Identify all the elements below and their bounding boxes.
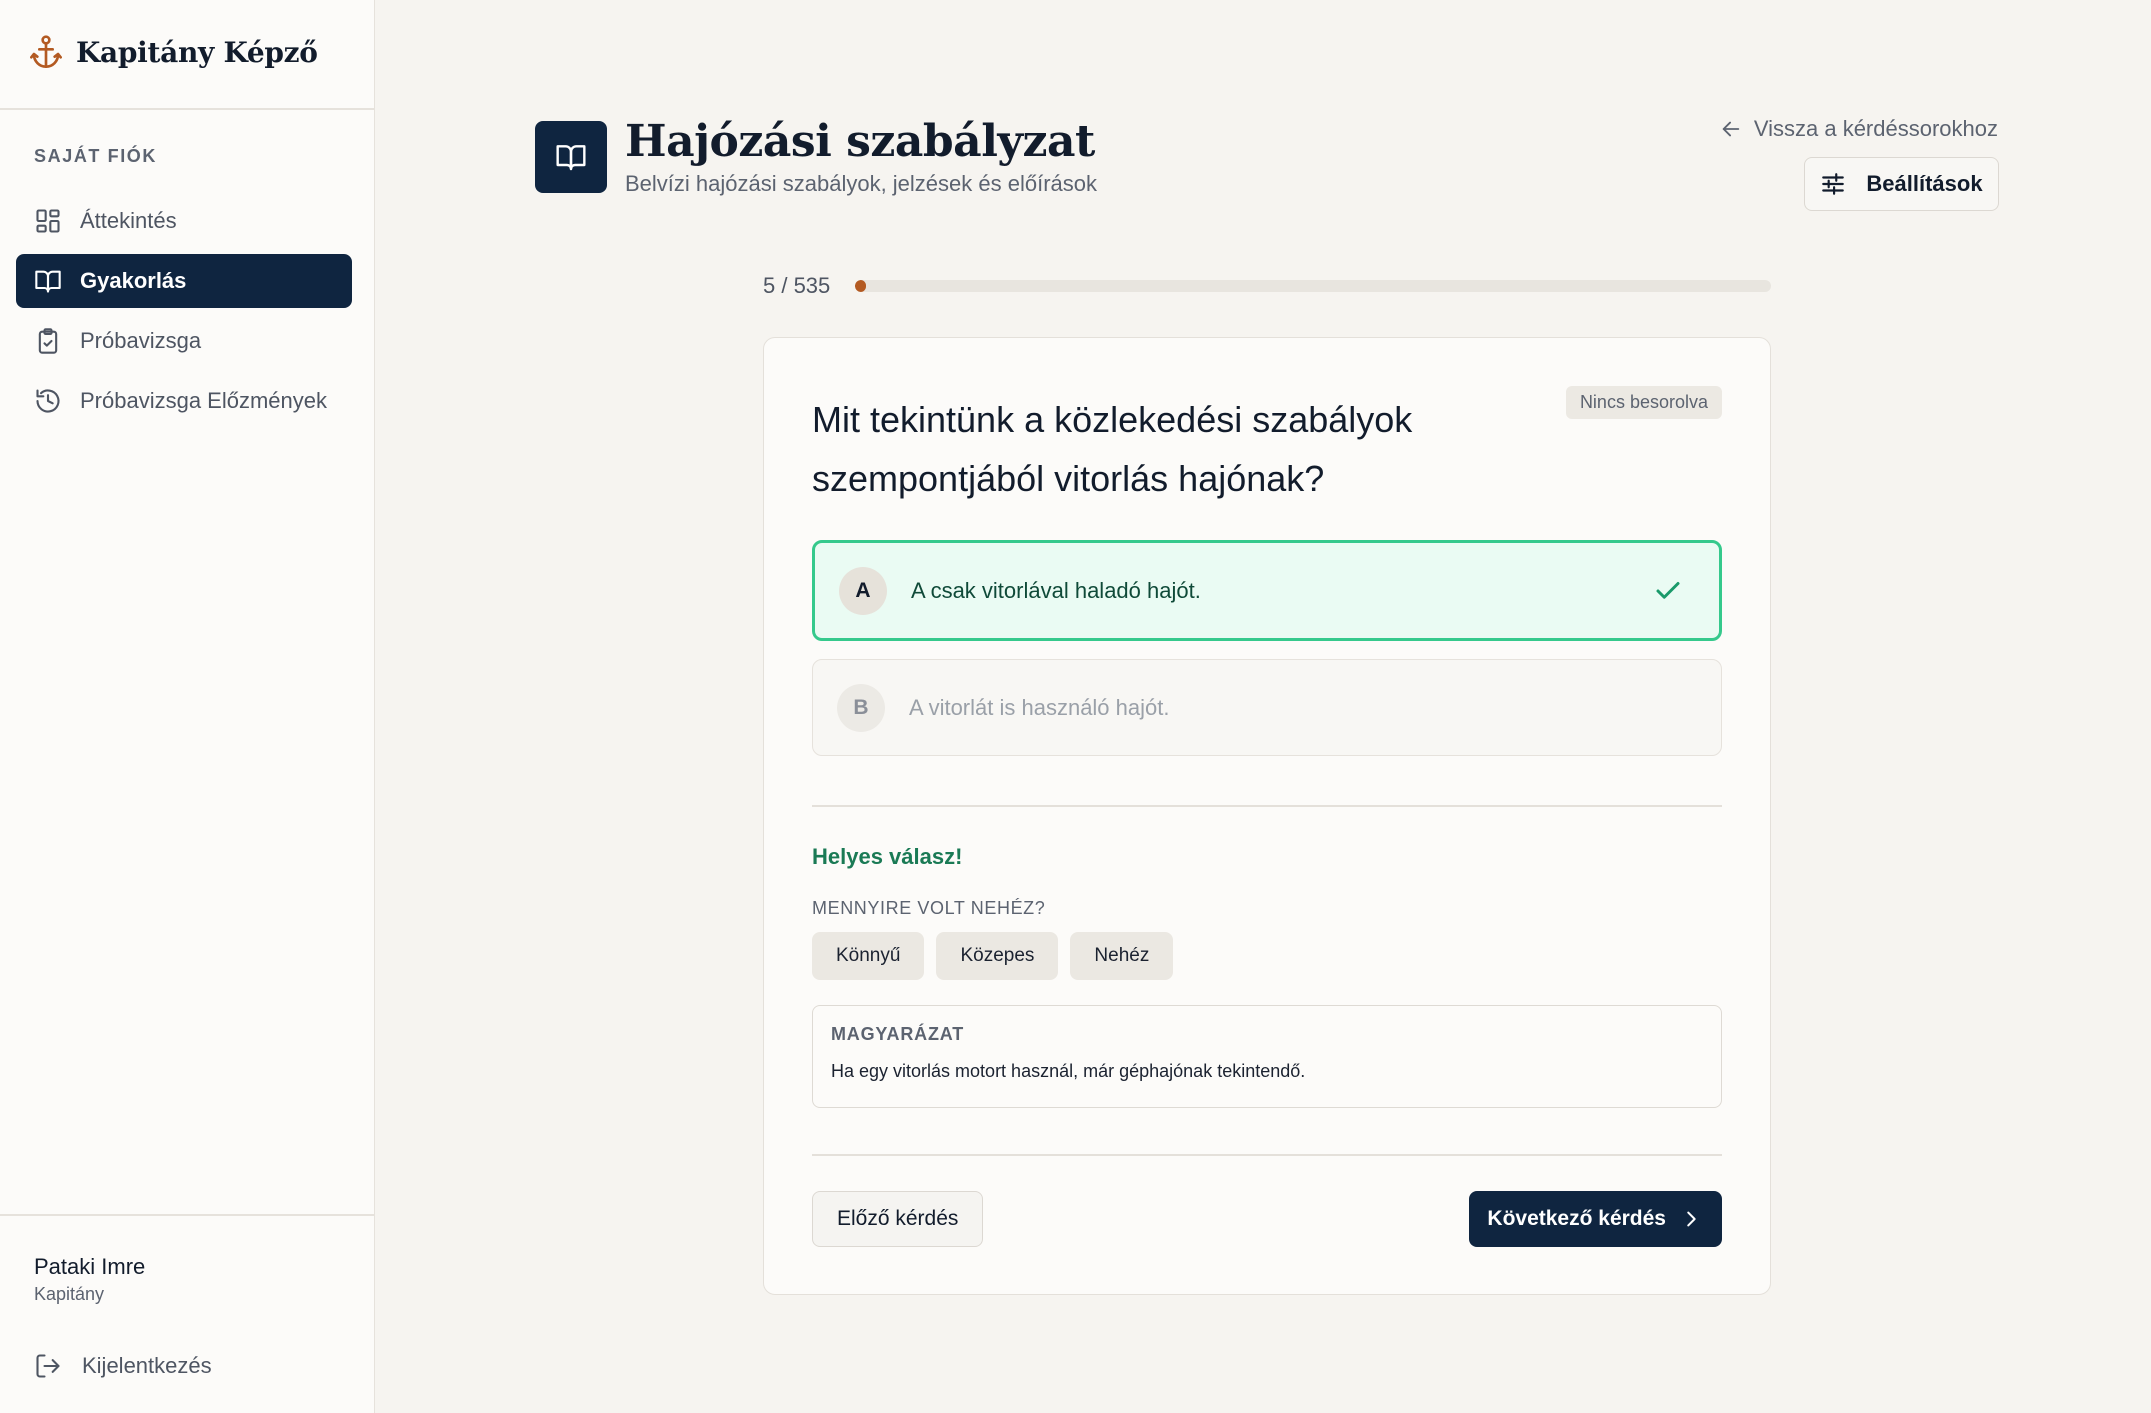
back-link[interactable]: Vissza a kérdéssorokhoz xyxy=(1720,116,1998,142)
sidebar-item-attekintes[interactable]: Áttekintés xyxy=(16,194,352,248)
difficulty-hard-button[interactable]: Nehéz xyxy=(1070,932,1174,980)
settings-label: Beállítások xyxy=(1866,171,1983,196)
anchor-icon xyxy=(30,35,62,68)
sidebar: Kapitány Képző SAJÁT FIÓK Áttekintés Gya… xyxy=(0,0,375,1413)
sidebar-item-label: Áttekintés xyxy=(80,208,177,233)
answer-option-b[interactable]: B A vitorlát is használó hajót. xyxy=(812,659,1722,756)
back-link-label: Vissza a kérdéssorokhoz xyxy=(1753,116,1998,141)
book-icon xyxy=(35,270,61,293)
progress-bar xyxy=(855,280,1771,292)
option-letter: B xyxy=(837,683,885,732)
next-question-label: Következő kérdés xyxy=(1487,1207,1666,1230)
difficulty-medium-button[interactable]: Közepes xyxy=(936,932,1059,980)
logout-label: Kijelentkezés xyxy=(82,1353,212,1378)
check-icon xyxy=(1656,581,1680,599)
header-icon xyxy=(535,121,607,193)
user-name: Pataki Imre xyxy=(34,1254,146,1279)
sidebar-item-label: Gyakorlás xyxy=(80,268,187,293)
progress-counter: 5 / 535 xyxy=(763,273,831,298)
question-text: Mit tekintünk a közlekedési szabályok sz… xyxy=(812,399,1413,499)
progress-fill xyxy=(855,280,866,292)
brand-name: Kapitány Képző xyxy=(76,35,318,69)
clipboard-check-icon xyxy=(38,328,58,354)
explanation-text: Ha egy vitorlás motort használ, már géph… xyxy=(831,1061,1306,1081)
difficulty-easy-button[interactable]: Könnyű xyxy=(812,932,925,980)
next-question-button[interactable]: Következő kérdés xyxy=(1469,1191,1722,1247)
logout-button[interactable]: Kijelentkezés xyxy=(34,1352,212,1380)
logout-icon xyxy=(36,1354,60,1378)
explanation-box: MAGYARÁZAT Ha egy vitorlás motort haszná… xyxy=(812,1005,1722,1108)
user-role: Kapitány xyxy=(34,1284,105,1304)
settings-button[interactable]: Beállítások xyxy=(1804,157,1999,211)
divider xyxy=(0,1214,374,1216)
arrow-left-icon xyxy=(1722,121,1740,137)
divider xyxy=(812,1154,1722,1156)
option-letter: A xyxy=(839,566,887,615)
sliders-icon xyxy=(1822,173,1845,195)
sidebar-item-gyakorlas[interactable]: Gyakorlás xyxy=(16,254,352,308)
divider xyxy=(0,108,374,110)
previous-question-button[interactable]: Előző kérdés xyxy=(812,1191,984,1247)
history-icon xyxy=(36,389,60,413)
answer-option-a[interactable]: A A csak vitorlával haladó hajót. xyxy=(812,540,1722,641)
explanation-label: MAGYARÁZAT xyxy=(831,1024,964,1044)
option-text: A csak vitorlával haladó hajót. xyxy=(911,577,1201,603)
sidebar-item-probavizsga[interactable]: Próbavizsga xyxy=(16,314,352,368)
chevron-right-icon xyxy=(1687,1211,1696,1227)
page-title: Hajózási szabályzat xyxy=(625,116,1095,167)
sidebar-nav: Áttekintés Gyakorlás Próbavizsga Próbavi… xyxy=(16,194,352,434)
question-card: Mit tekintünk a közlekedési szabályok sz… xyxy=(763,337,1771,1295)
brand[interactable]: Kapitány Képző xyxy=(30,30,318,74)
difficulty-label: MENNYIRE VOLT NEHÉZ? xyxy=(812,898,1046,918)
category-tag: Nincs besorolva xyxy=(1565,386,1722,419)
difficulty-options: Könnyű Közepes Nehéz xyxy=(812,932,1174,980)
book-icon xyxy=(556,145,586,171)
page-subtitle: Belvízi hajózási szabályok, jelzések és … xyxy=(625,171,1098,196)
result-message: Helyes válasz! xyxy=(812,844,963,869)
sidebar-item-label: Próbavizsga Előzmények xyxy=(80,388,328,413)
sidebar-item-probavizsga-elozmenyek[interactable]: Próbavizsga Előzmények xyxy=(16,374,352,428)
section-label: SAJÁT FIÓK xyxy=(34,146,158,166)
grid-icon xyxy=(36,209,60,233)
divider xyxy=(812,805,1722,807)
option-text: A vitorlát is használó hajót. xyxy=(909,694,1170,720)
sidebar-item-label: Próbavizsga xyxy=(80,328,202,353)
